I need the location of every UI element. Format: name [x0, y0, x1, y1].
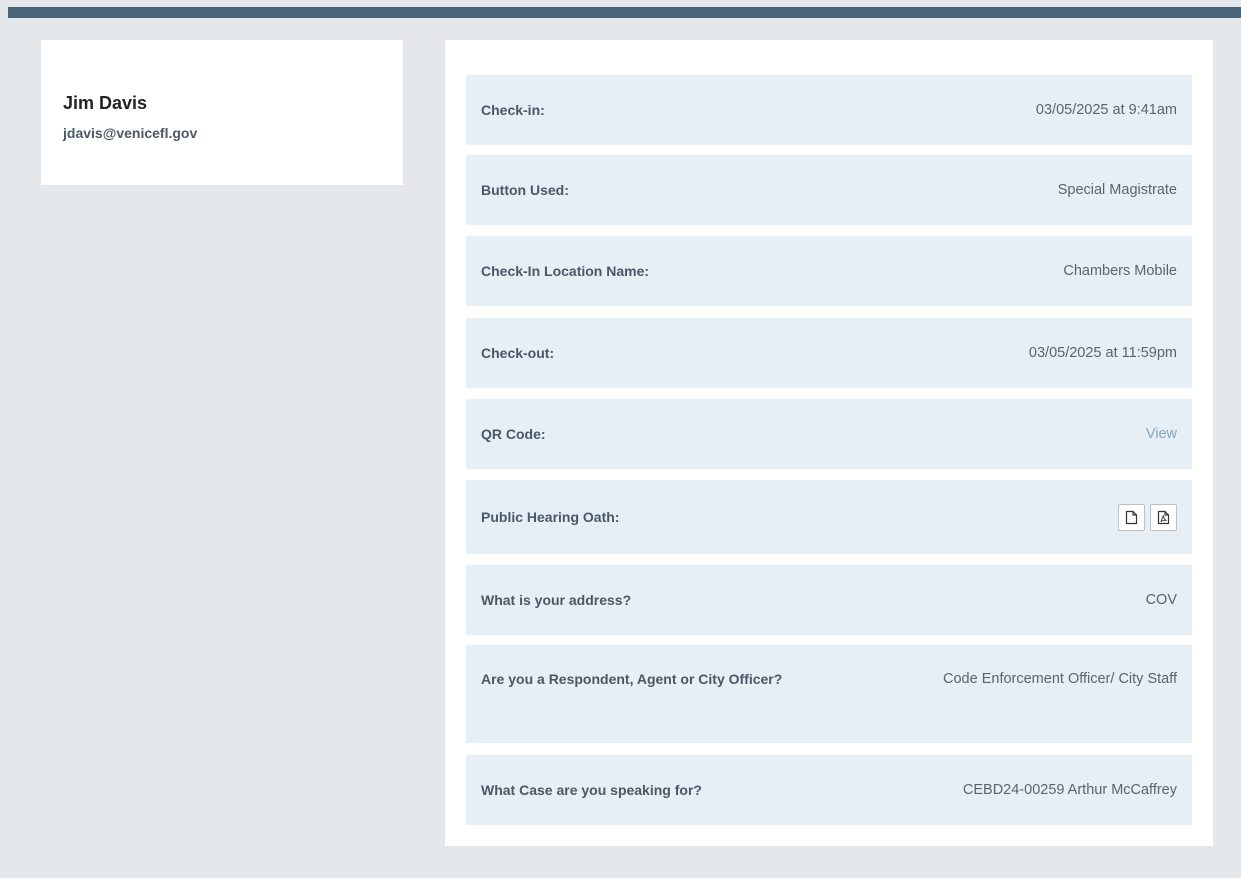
row-value: Special Magistrate — [1057, 182, 1177, 198]
row-label: What is your address? — [481, 592, 632, 608]
row-label: Check-in: — [481, 102, 545, 118]
row-label: QR Code: — [481, 426, 546, 442]
details-panel: Check-in: 03/05/2025 at 9:41am Button Us… — [445, 40, 1213, 846]
view-document-button[interactable] — [1118, 503, 1145, 531]
row-label: Button Used: — [481, 182, 569, 198]
row-label: Public Hearing Oath: — [481, 509, 620, 525]
download-pdf-button[interactable] — [1150, 503, 1177, 531]
row-value: CEBD24-00259 Arthur McCaffrey — [962, 782, 1177, 798]
row-label: Check-out: — [481, 345, 555, 361]
top-bar — [8, 7, 1241, 18]
detail-row-address: What is your address? COV — [466, 565, 1192, 635]
detail-row-qr-code: QR Code: View — [466, 399, 1192, 469]
row-label: What Case are you speaking for? — [481, 782, 702, 798]
row-value: Code Enforcement Officer/ City Staff — [943, 671, 1177, 687]
profile-card: Jim Davis jdavis@venicefl.gov — [41, 40, 403, 185]
row-value: Chambers Mobile — [1063, 263, 1177, 279]
detail-row-respondent-type: Are you a Respondent, Agent or City Offi… — [466, 645, 1192, 743]
oath-file-buttons — [1118, 503, 1177, 531]
row-label: Are you a Respondent, Agent or City Offi… — [481, 671, 783, 687]
row-value: COV — [1145, 592, 1177, 608]
user-name: Jim Davis — [63, 93, 148, 113]
detail-row-check-out: Check-out: 03/05/2025 at 11:59pm — [466, 318, 1192, 388]
user-email: jdavis@venicefl.gov — [63, 125, 198, 141]
row-label: Check-In Location Name: — [481, 263, 650, 279]
row-value: 03/05/2025 at 9:41am — [1035, 102, 1177, 118]
document-icon — [1125, 510, 1138, 524]
detail-row-check-in-location: Check-In Location Name: Chambers Mobile — [466, 236, 1192, 306]
detail-row-case: What Case are you speaking for? CEBD24-0… — [466, 755, 1192, 825]
detail-row-check-in: Check-in: 03/05/2025 at 9:41am — [466, 75, 1192, 145]
detail-row-public-hearing-oath: Public Hearing Oath: — [466, 480, 1192, 554]
pdf-icon — [1157, 510, 1170, 524]
row-value: 03/05/2025 at 11:59pm — [1028, 345, 1177, 361]
detail-row-button-used: Button Used: Special Magistrate — [466, 155, 1192, 225]
qr-code-view-link[interactable]: View — [1146, 426, 1177, 442]
